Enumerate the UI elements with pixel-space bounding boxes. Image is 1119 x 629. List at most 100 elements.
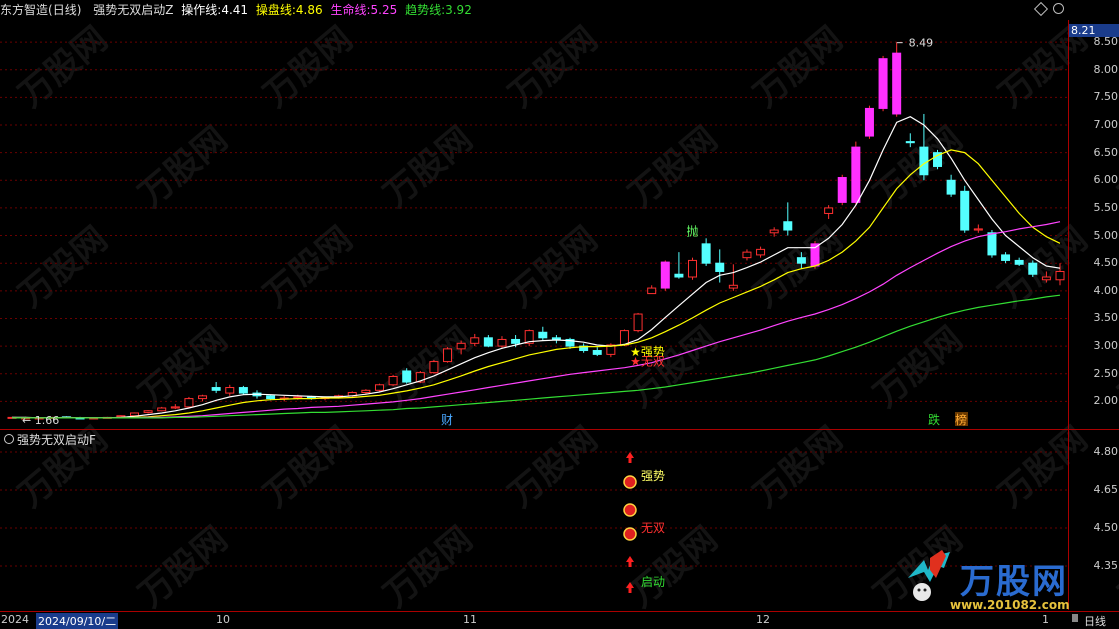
candle[interactable] (946, 174, 956, 197)
candle[interactable] (715, 249, 725, 283)
candle[interactable] (524, 329, 534, 347)
candle-body (456, 342, 466, 350)
candle[interactable] (225, 384, 235, 396)
candle[interactable] (157, 406, 167, 412)
candle[interactable] (688, 257, 698, 280)
candle-body (960, 190, 970, 231)
candle-body (660, 261, 670, 289)
candlestick-chart[interactable]: 8.49← 1.66抛★强势★无双财跌榜 (0, 20, 1068, 429)
coin-icon (623, 475, 637, 489)
candle[interactable] (960, 185, 970, 233)
candle[interactable] (497, 336, 507, 349)
candle[interactable] (864, 105, 874, 139)
candle[interactable] (878, 55, 888, 112)
candle-body (184, 398, 194, 408)
candle[interactable] (538, 326, 548, 341)
candle-body (851, 146, 861, 203)
candle-body (1028, 262, 1038, 275)
candle[interactable] (905, 133, 915, 148)
candle-body (892, 52, 902, 115)
candle[interactable] (456, 340, 466, 355)
rank-marker-label: 榜 (955, 412, 967, 427)
ma-line-操盘线 (12, 149, 1061, 419)
candle-body (470, 337, 480, 344)
candle[interactable] (674, 252, 684, 279)
candle[interactable] (1014, 257, 1024, 266)
candle[interactable] (1041, 271, 1051, 283)
price-tick-label: 8.50 (1093, 35, 1119, 49)
candle[interactable] (1055, 263, 1065, 286)
candle[interactable] (837, 174, 847, 206)
ma-line-生命线 (12, 221, 1061, 419)
candle-body (266, 395, 276, 400)
candle-body (715, 262, 725, 272)
month-november: 11 (463, 613, 477, 626)
candle[interactable] (701, 238, 711, 266)
trend-line-label: 趋势线: (405, 3, 446, 17)
candle-body (143, 410, 153, 413)
candle[interactable] (579, 343, 589, 353)
period-label: (日线) (48, 3, 82, 17)
price-tick-label: 2.50 (1093, 366, 1119, 380)
indicator-name[interactable]: 强势无双启动Z (93, 3, 173, 17)
life-line-value: 5.25 (370, 3, 398, 17)
candle[interactable] (973, 224, 983, 233)
candle[interactable] (660, 260, 670, 291)
candle[interactable] (184, 396, 194, 408)
candle-body (1041, 276, 1051, 281)
ma-line-趋势线 (12, 294, 1061, 419)
candle[interactable] (633, 312, 643, 333)
candle[interactable] (647, 285, 657, 295)
candle[interactable] (470, 333, 480, 347)
candle[interactable] (211, 382, 221, 394)
month-january: 1 (1042, 613, 1049, 626)
sell-signal-label: 抛 (687, 224, 699, 239)
candle-body (497, 338, 507, 347)
candle-body (402, 370, 412, 383)
candle[interactable] (443, 347, 453, 363)
candle[interactable] (592, 347, 602, 357)
stock-name[interactable]: 东方智造 (0, 3, 48, 17)
candle[interactable] (1001, 252, 1011, 264)
candle[interactable] (143, 410, 153, 414)
candle[interactable] (796, 252, 806, 269)
finance-marker-label: 财 (441, 413, 453, 427)
candle[interactable] (374, 383, 384, 392)
candle[interactable] (238, 385, 248, 395)
candle[interactable] (742, 249, 752, 261)
candle-body (837, 177, 847, 203)
operate-line-value: 4.41 (221, 3, 249, 17)
candle-body (1055, 270, 1065, 281)
candle[interactable] (783, 202, 793, 236)
candle-body (1014, 259, 1024, 265)
candle[interactable] (198, 394, 208, 402)
up-arrow-icon (626, 582, 634, 593)
candle[interactable] (429, 359, 439, 374)
bottom-left-marker (1072, 614, 1078, 622)
candle-body (225, 387, 235, 394)
candle[interactable] (483, 335, 493, 348)
candle-body (238, 387, 248, 394)
candle[interactable] (824, 205, 834, 219)
signal-label-strong: 强势 (641, 469, 665, 483)
candle-body (538, 331, 548, 339)
price-tick-label: 5.50 (1093, 200, 1119, 214)
candle[interactable] (388, 374, 398, 386)
candle[interactable] (170, 404, 180, 410)
ma-line-操作线 (12, 116, 1061, 419)
price-tick-label: 8.00 (1093, 62, 1119, 76)
settings-icon[interactable] (1053, 3, 1064, 14)
candle[interactable] (851, 141, 861, 206)
candle[interactable] (402, 368, 412, 384)
money-bag-icon (623, 503, 637, 517)
candle[interactable] (933, 149, 943, 170)
candle[interactable] (1028, 260, 1038, 278)
price-tick-label: 4.50 (1093, 256, 1119, 270)
candle[interactable] (728, 264, 738, 291)
trade-line-value: 4.86 (295, 3, 323, 17)
date-axis: 2024 2024/09/10/二 10 11 12 1 日线 (0, 611, 1119, 629)
price-tick-label: 3.00 (1093, 339, 1119, 353)
candle[interactable] (551, 335, 561, 344)
candle[interactable] (756, 246, 766, 258)
candle[interactable] (892, 42, 902, 117)
